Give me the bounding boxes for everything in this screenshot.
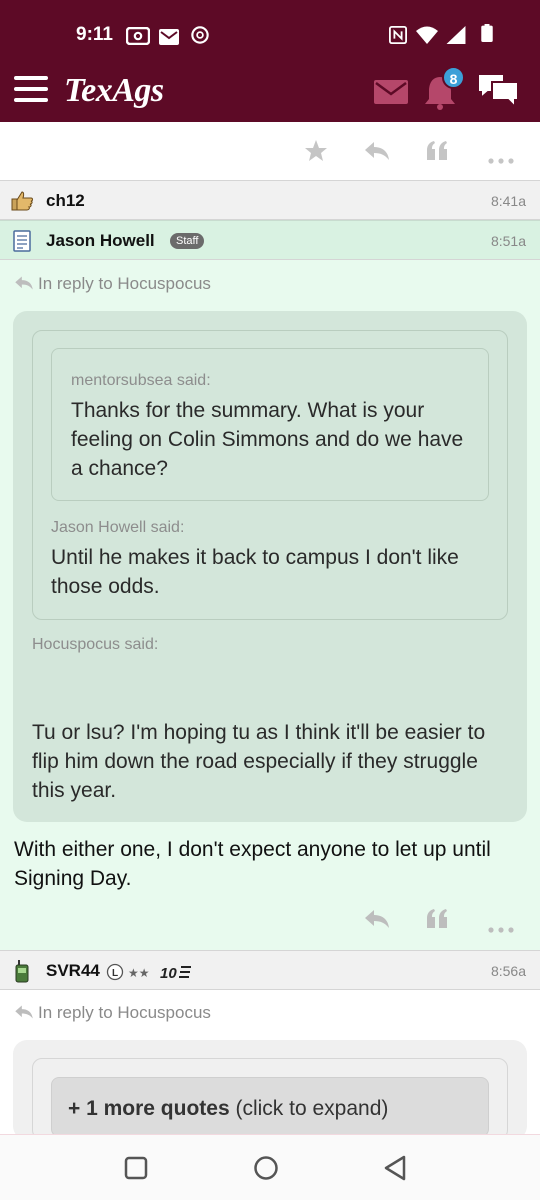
system-nav-bar: [0, 1134, 540, 1200]
signal-icon: [446, 26, 466, 44]
quote-text: Thanks for the summary. What is your fee…: [71, 399, 464, 480]
radio-icon: [126, 27, 150, 45]
menu-icon[interactable]: [14, 76, 48, 102]
expand-quotes-label: + 1 more quotes (click to expand): [68, 1097, 389, 1120]
mail-status-icon: [159, 29, 179, 45]
more-icon[interactable]: [488, 916, 514, 944]
post-username[interactable]: Jason Howell: [46, 231, 155, 251]
home-icon[interactable]: [253, 1155, 279, 1181]
reply-icon[interactable]: [364, 138, 390, 164]
quote-icon[interactable]: [426, 905, 448, 933]
reply-arrow-icon: [15, 1005, 33, 1019]
rank-letter: L: [112, 968, 118, 979]
more-icon[interactable]: [488, 148, 514, 174]
quote-author: mentorsubsea said:: [71, 372, 211, 389]
post-time: 8:56a: [490, 963, 526, 979]
post-text: With either one, I don't expect anyone t…: [14, 838, 491, 890]
nfc-icon: [389, 26, 407, 44]
mail-icon[interactable]: [374, 80, 408, 104]
rank-number: 10: [160, 965, 177, 981]
post-time: 8:51a: [490, 233, 526, 249]
reply-to-link[interactable]: In reply to Hocuspocus: [14, 274, 211, 294]
battery-icon: [481, 24, 493, 42]
wifi-icon: [416, 26, 438, 44]
chat-icon[interactable]: [476, 72, 520, 110]
post-header: Jason Howell Staff 8:51a: [0, 220, 540, 260]
post-time: 8:41a: [490, 193, 526, 209]
reply-to-text: In reply to Hocuspocus: [38, 274, 211, 293]
chrome-icon: [191, 26, 209, 44]
post-username[interactable]: ch12: [46, 191, 85, 211]
walkie-talkie-avatar-icon: [15, 960, 29, 983]
texags-logo[interactable]: TexAgs: [64, 72, 164, 110]
reply-to-text: In reply to Hocuspocus: [38, 1003, 211, 1022]
post-actions-top: [0, 122, 540, 180]
notepad-avatar-icon: [13, 230, 31, 252]
reply-to-link[interactable]: In reply to Hocuspocus: [14, 1003, 211, 1023]
post-header: ch12 8:41a: [0, 180, 540, 220]
reply-icon[interactable]: [364, 905, 390, 933]
star-icon[interactable]: [304, 138, 328, 164]
quote-icon[interactable]: [426, 138, 448, 164]
post-username[interactable]: SVR44: [46, 961, 100, 981]
quote-text: Tu or lsu? I'm hoping tu as I think it'l…: [32, 721, 486, 802]
quote-text: Until he makes it back to campus I don't…: [51, 546, 459, 598]
post-header: SVR44 L ★★ 10 8:56a: [0, 950, 540, 990]
rank-stars: ★★: [128, 966, 150, 980]
recents-icon[interactable]: [124, 1156, 148, 1180]
notification-badge: 8: [442, 66, 465, 89]
reply-arrow-icon: [15, 276, 33, 290]
user-rank-icons: L ★★ 10: [106, 963, 191, 981]
quote-author: Hocuspocus said:: [32, 636, 159, 653]
status-bar: 9:11: [0, 0, 540, 64]
expand-quotes-button[interactable]: + 1 more quotes (click to expand): [51, 1077, 489, 1137]
status-time: 9:11: [76, 24, 113, 45]
staff-badge: Staff: [170, 233, 205, 249]
thumbs-up-avatar-icon: [11, 191, 33, 211]
quote-author: Jason Howell said:: [51, 519, 185, 536]
back-icon[interactable]: [382, 1155, 408, 1181]
